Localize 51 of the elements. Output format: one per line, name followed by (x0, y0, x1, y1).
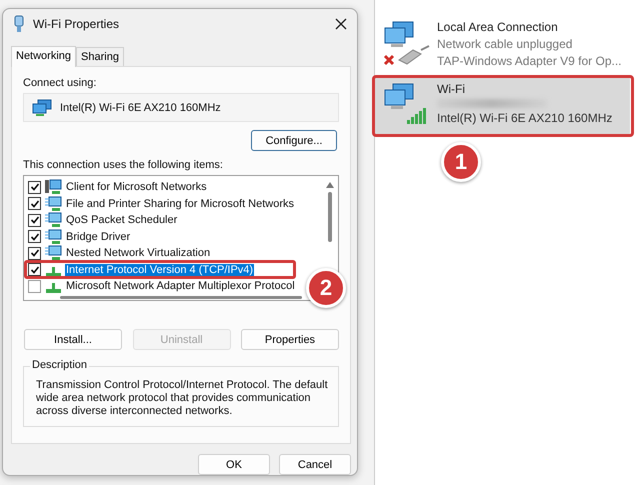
item-label: Internet Protocol Version 4 (TCP/IPv4) (65, 264, 254, 276)
tab[interactable]: Networking (11, 46, 76, 67)
connection-device: Intel(R) Wi-Fi 6E AX210 160MHz (437, 111, 612, 125)
connection-name: Local Area Connection (437, 20, 559, 34)
checkbox[interactable] (28, 214, 41, 227)
scrollbar[interactable] (60, 296, 302, 298)
item-label: Nested Network Virtualization (65, 247, 212, 260)
close-icon (335, 18, 347, 30)
configure-button[interactable]: Configure... (251, 130, 337, 151)
checkbox[interactable] (28, 263, 41, 276)
dialog-button[interactable]: OK (198, 454, 270, 475)
monitor-icon (32, 98, 52, 116)
list-item[interactable]: Bridge Driver (28, 228, 318, 245)
network-service-icon (44, 212, 62, 228)
network-service-icon (44, 228, 62, 245)
dialog-button[interactable]: Cancel (279, 454, 351, 475)
list-item[interactable]: Nested Network Virtualization (28, 245, 318, 262)
step-badge: 1 (441, 142, 481, 182)
checkbox[interactable] (28, 197, 41, 210)
item-label: QoS Packet Scheduler (65, 214, 178, 226)
disconnected-network-icon (383, 20, 431, 68)
item-label: Client for Microsoft Networks (65, 181, 208, 194)
list-item[interactable]: Client for Microsoft Networks (28, 179, 318, 196)
step-badge: 2 (306, 268, 346, 308)
adapter-name: Intel(R) Wi-Fi 6E AX210 160MHz (60, 102, 221, 114)
network-service-icon (44, 245, 62, 262)
connection-device: TAP-Windows Adapter V9 for Op... (437, 54, 622, 68)
action-button[interactable]: Properties (241, 329, 339, 350)
tab[interactable]: Sharing (76, 47, 124, 66)
item-label: File and Printer Sharing for Microsoft Networks (65, 198, 296, 210)
connection-name: Wi-Fi (437, 82, 466, 96)
network-service-icon (44, 196, 62, 212)
description-text: Transmission Control Protocol/Internet Protocol. The default wide area network protocol that provides communication across diverse interconnected networks. (36, 379, 328, 418)
connection-status: Network cable unplugged (437, 37, 574, 51)
scroll-up-icon (326, 182, 334, 188)
action-button[interactable]: Install... (24, 329, 122, 350)
computer-icon (44, 179, 62, 196)
checkbox[interactable] (28, 180, 41, 194)
items-label: This connection uses the following items: (23, 159, 224, 171)
connection-item[interactable]: Local Area Connection Network cable unplugged TAP-Windows Adapter V9 for Op... (375, 16, 630, 72)
list-item[interactable]: QoS Packet Scheduler (28, 212, 318, 228)
checkbox[interactable] (28, 230, 41, 244)
checkbox[interactable] (28, 246, 41, 260)
item-label: Bridge Driver (65, 230, 132, 243)
window-title: Wi-Fi Properties (33, 17, 120, 31)
list-item[interactable]: File and Printer Sharing for Microsoft Networks (28, 196, 318, 212)
network-adapter-icon (13, 15, 25, 33)
description-title: Description (30, 359, 90, 371)
checkbox[interactable] (28, 280, 41, 293)
item-label: Microsoft Network Adapter Multiplexor Protocol (65, 280, 296, 292)
connect-using-label: Connect using: (23, 77, 98, 89)
